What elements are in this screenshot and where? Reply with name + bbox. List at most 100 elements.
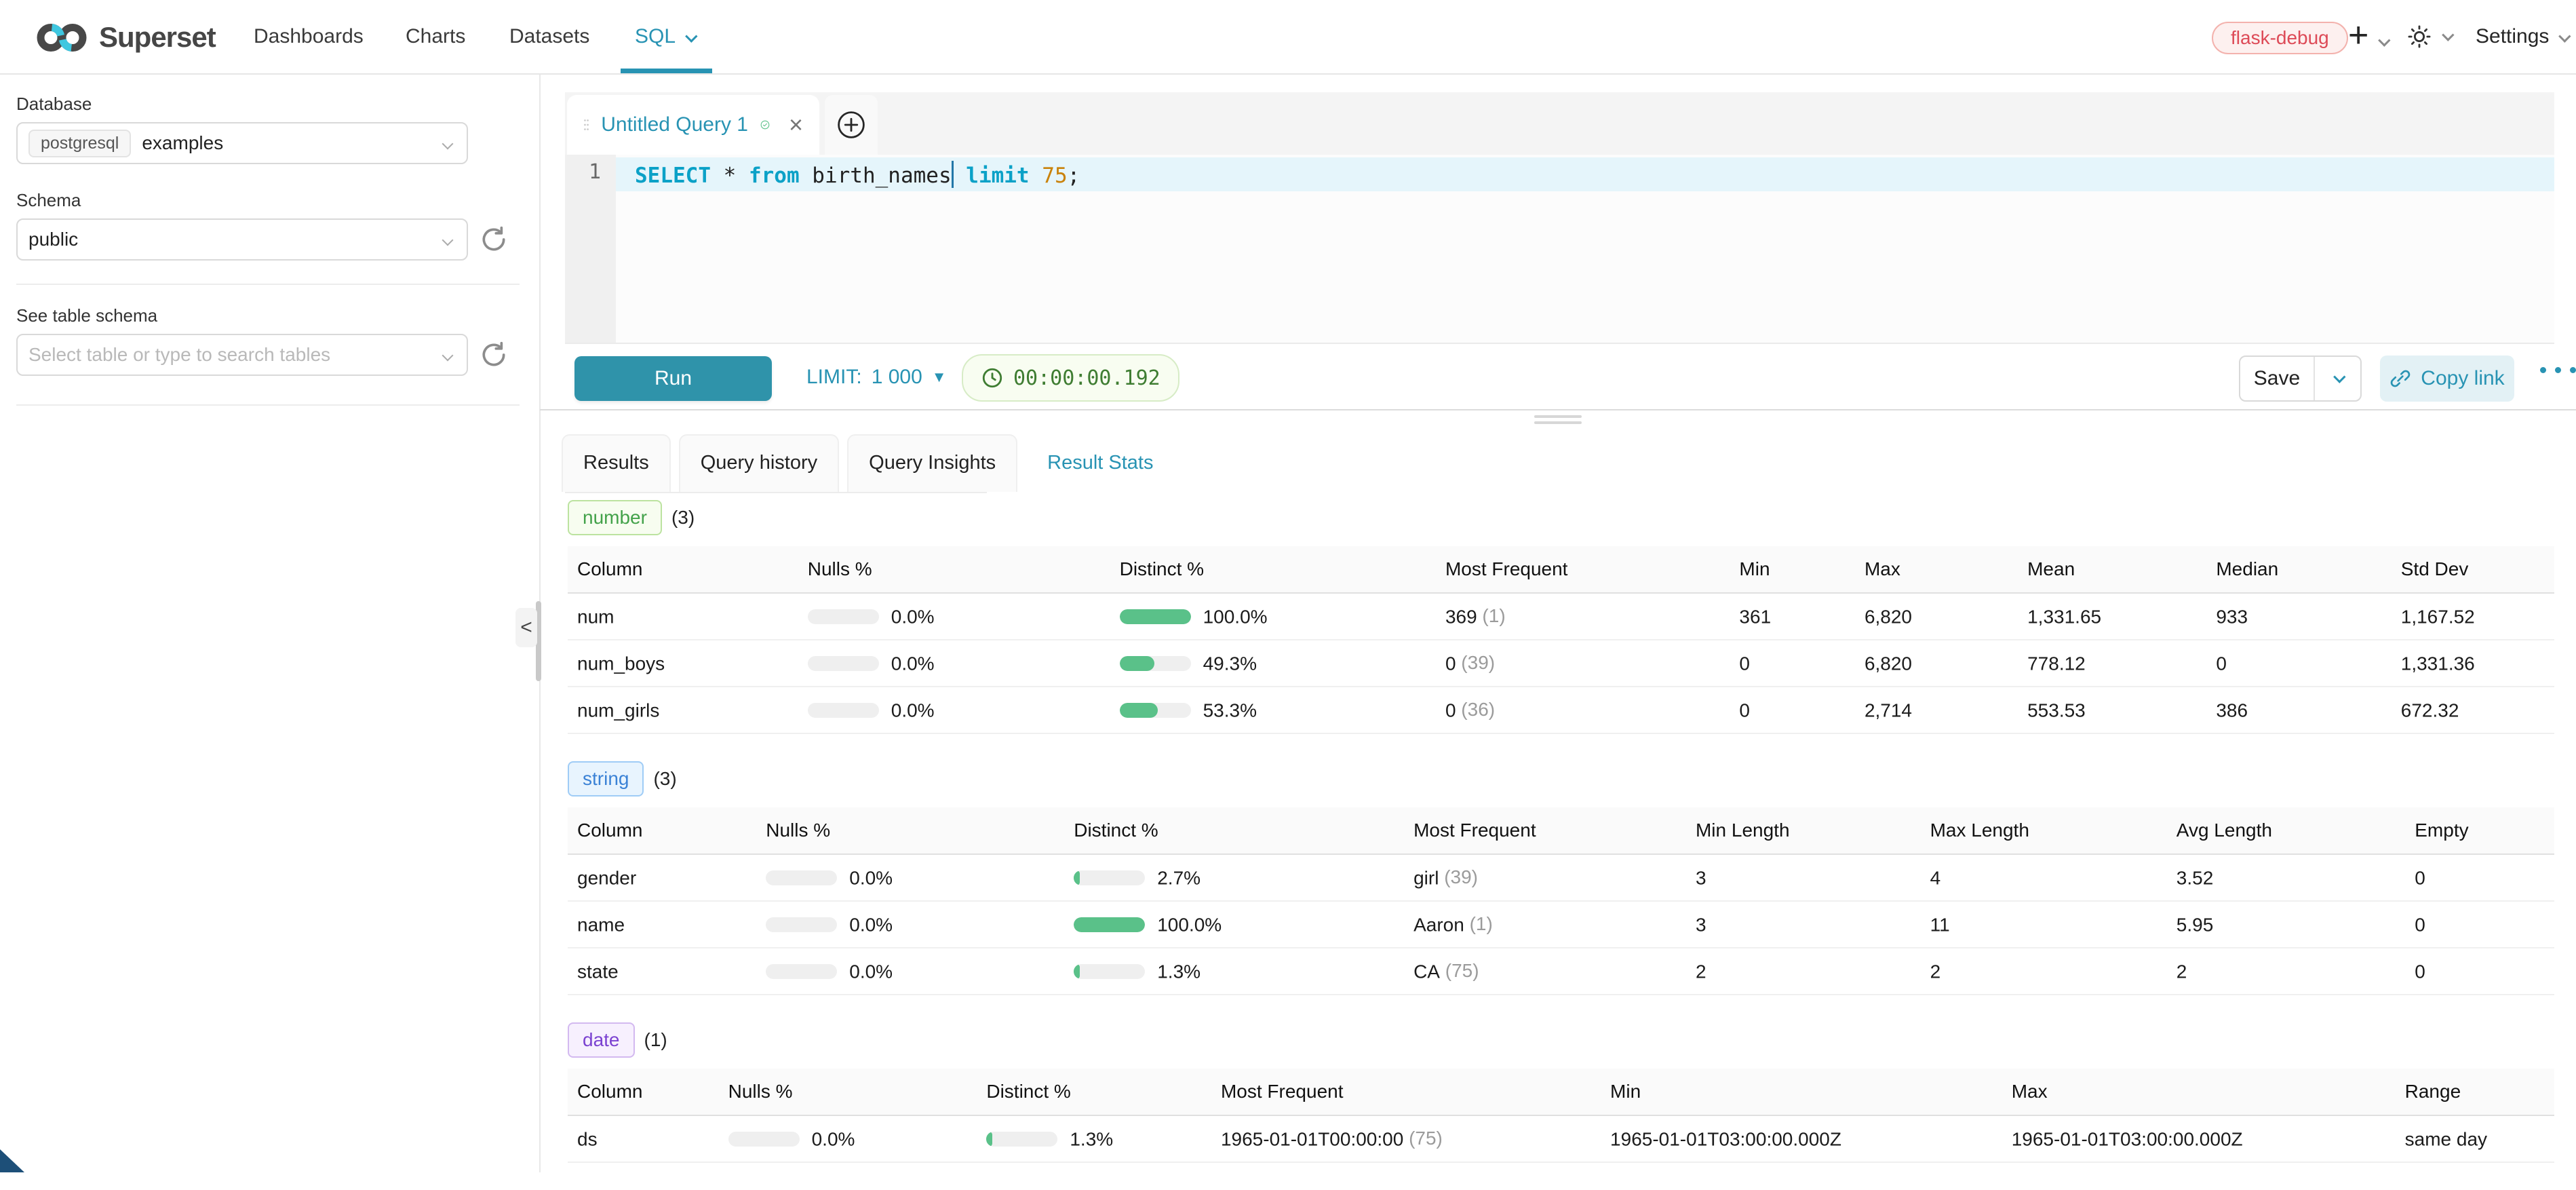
column-count: (3): [671, 507, 695, 529]
table-cell: 1965-01-01T00:00:00 (75): [1211, 1115, 1601, 1162]
column-header: Empty: [2405, 807, 2554, 854]
sidebar-divider: [16, 404, 520, 406]
pane-resize-handle[interactable]: [1534, 415, 1582, 427]
collapse-sidebar-button[interactable]: <: [515, 608, 537, 647]
table-cell: 0: [2405, 948, 2554, 995]
timer-value: 00:00:00.192: [1013, 366, 1160, 390]
plus-circle-icon: [837, 111, 865, 139]
table-cell: name: [568, 901, 756, 948]
column-header: Distinct %: [1110, 546, 1436, 593]
run-query-button[interactable]: Run: [574, 356, 772, 401]
chevron-down-icon: [442, 350, 454, 362]
link-icon: [2389, 368, 2411, 389]
tab-query-history[interactable]: Query history: [679, 434, 839, 492]
date-stats-table: ColumnNulls %Distinct %Most FrequentMinM…: [568, 1069, 2554, 1163]
chevron-down-icon: [442, 138, 454, 150]
table-cell: 553.53: [2018, 687, 2206, 733]
refresh-schemas-button[interactable]: [479, 225, 509, 254]
save-button[interactable]: Save: [2240, 357, 2315, 400]
sql-code-line[interactable]: SELECT * from birth_names limit 75;: [635, 161, 1080, 188]
table-cell: 5.95: [2167, 901, 2405, 948]
schema-label: Schema: [16, 190, 81, 211]
table-cell: 0.0%: [798, 640, 1110, 687]
column-header: Most Frequent: [1404, 807, 1686, 854]
chevron-down-icon: [2379, 34, 2391, 46]
table-select[interactable]: Select table or type to search tables: [16, 334, 468, 376]
table-cell: 2.7%: [1064, 854, 1404, 901]
table-cell: 0: [1730, 640, 1855, 687]
query-tab-untitled-query-1[interactable]: Untitled Query 1 ×: [567, 95, 819, 155]
settings-menu[interactable]: Settings: [2476, 0, 2567, 73]
table-schema-label: See table schema: [16, 305, 157, 326]
drag-handle-icon[interactable]: [583, 111, 589, 138]
new-query-tab-button[interactable]: [825, 95, 878, 155]
table-cell: 0.0%: [756, 901, 1064, 948]
table-cell: CA (75): [1404, 948, 1686, 995]
database-select[interactable]: postgresql examples: [16, 122, 468, 164]
plus-icon: +: [2348, 16, 2368, 55]
editor-gutter: 1: [565, 155, 616, 343]
chevron-down-icon: [2442, 28, 2454, 41]
type-badge-string: string: [568, 761, 644, 796]
tab-query-insights[interactable]: Query Insights: [847, 434, 1017, 492]
sql-editor[interactable]: 1 SELECT * from birth_names limit 75;: [565, 155, 2554, 343]
tab-results[interactable]: Results: [562, 434, 671, 492]
table-cell: 2: [1921, 948, 2167, 995]
copy-link-button[interactable]: Copy link: [2380, 356, 2514, 402]
table-cell: 100.0%: [1110, 593, 1436, 640]
table-cell: ds: [568, 1115, 719, 1162]
nav-sql[interactable]: SQL: [635, 0, 694, 73]
save-button-group: Save: [2239, 356, 2362, 402]
code-token: birth_names: [800, 164, 952, 188]
code-token: [954, 164, 967, 188]
table-cell: num_girls: [568, 687, 798, 733]
refresh-tables-button[interactable]: [479, 340, 509, 370]
table-row: gender0.0%2.7%girl (39)343.520: [568, 854, 2554, 901]
nav-charts[interactable]: Charts: [406, 0, 465, 73]
table-cell: 1,331.65: [2018, 593, 2206, 640]
code-token: *: [711, 164, 749, 188]
nav-dashboards[interactable]: Dashboards: [254, 0, 364, 73]
column-header: Range: [2396, 1069, 2554, 1115]
more-actions-button[interactable]: [2540, 367, 2576, 373]
collapse-icon: <: [520, 616, 532, 639]
stats-table: ColumnNulls %Distinct %Most FrequentMin …: [568, 807, 2554, 995]
superset-logo[interactable]: Superset: [35, 0, 216, 75]
nav-datasets[interactable]: Datasets: [509, 0, 589, 73]
close-tab-icon[interactable]: ×: [789, 113, 803, 137]
metric-bar: [1120, 656, 1191, 671]
theme-toggle-button[interactable]: [2406, 0, 2451, 73]
column-count: (1): [644, 1029, 667, 1051]
table-cell: 6,820: [1855, 640, 2018, 687]
metric-bar: [986, 1132, 1057, 1147]
schema-select[interactable]: public: [16, 218, 468, 261]
stats-section-number: number (3) ColumnNulls %Distinct %Most F…: [568, 500, 2554, 734]
new-item-button[interactable]: +: [2348, 0, 2387, 73]
column-header: Column: [568, 546, 798, 593]
tabs-underline: [565, 492, 987, 493]
active-nav-indicator: [621, 69, 712, 73]
metric-bar: [766, 964, 837, 979]
table-cell: 3: [1686, 854, 1921, 901]
number-stats-table: ColumnNulls %Distinct %Most FrequentMinM…: [568, 546, 2554, 734]
table-cell: Aaron (1): [1404, 901, 1686, 948]
table-cell: 1,331.36: [2392, 640, 2554, 687]
type-badge-number: number: [568, 500, 662, 535]
metric-bar: [1120, 703, 1191, 718]
chevron-down-icon: [442, 235, 454, 246]
column-header: Avg Length: [2167, 807, 2405, 854]
table-cell: 0: [2405, 901, 2554, 948]
table-cell: 0.0%: [756, 854, 1064, 901]
metric-bar: [1074, 917, 1145, 932]
tab-result-stats[interactable]: Result Stats: [1026, 434, 1175, 492]
table-cell: 0: [1730, 687, 1855, 733]
table-cell: 0.0%: [756, 948, 1064, 995]
column-header: Most Frequent: [1211, 1069, 1601, 1115]
table-cell: 369 (1): [1436, 593, 1730, 640]
save-options-caret[interactable]: [2315, 357, 2360, 400]
limit-dropdown[interactable]: LIMIT: 1 000 ▼: [806, 344, 947, 410]
table-cell: 0 (36): [1436, 687, 1730, 733]
code-token: 75: [1042, 164, 1067, 188]
table-cell: 1.3%: [1064, 948, 1404, 995]
table-cell: 361: [1730, 593, 1855, 640]
